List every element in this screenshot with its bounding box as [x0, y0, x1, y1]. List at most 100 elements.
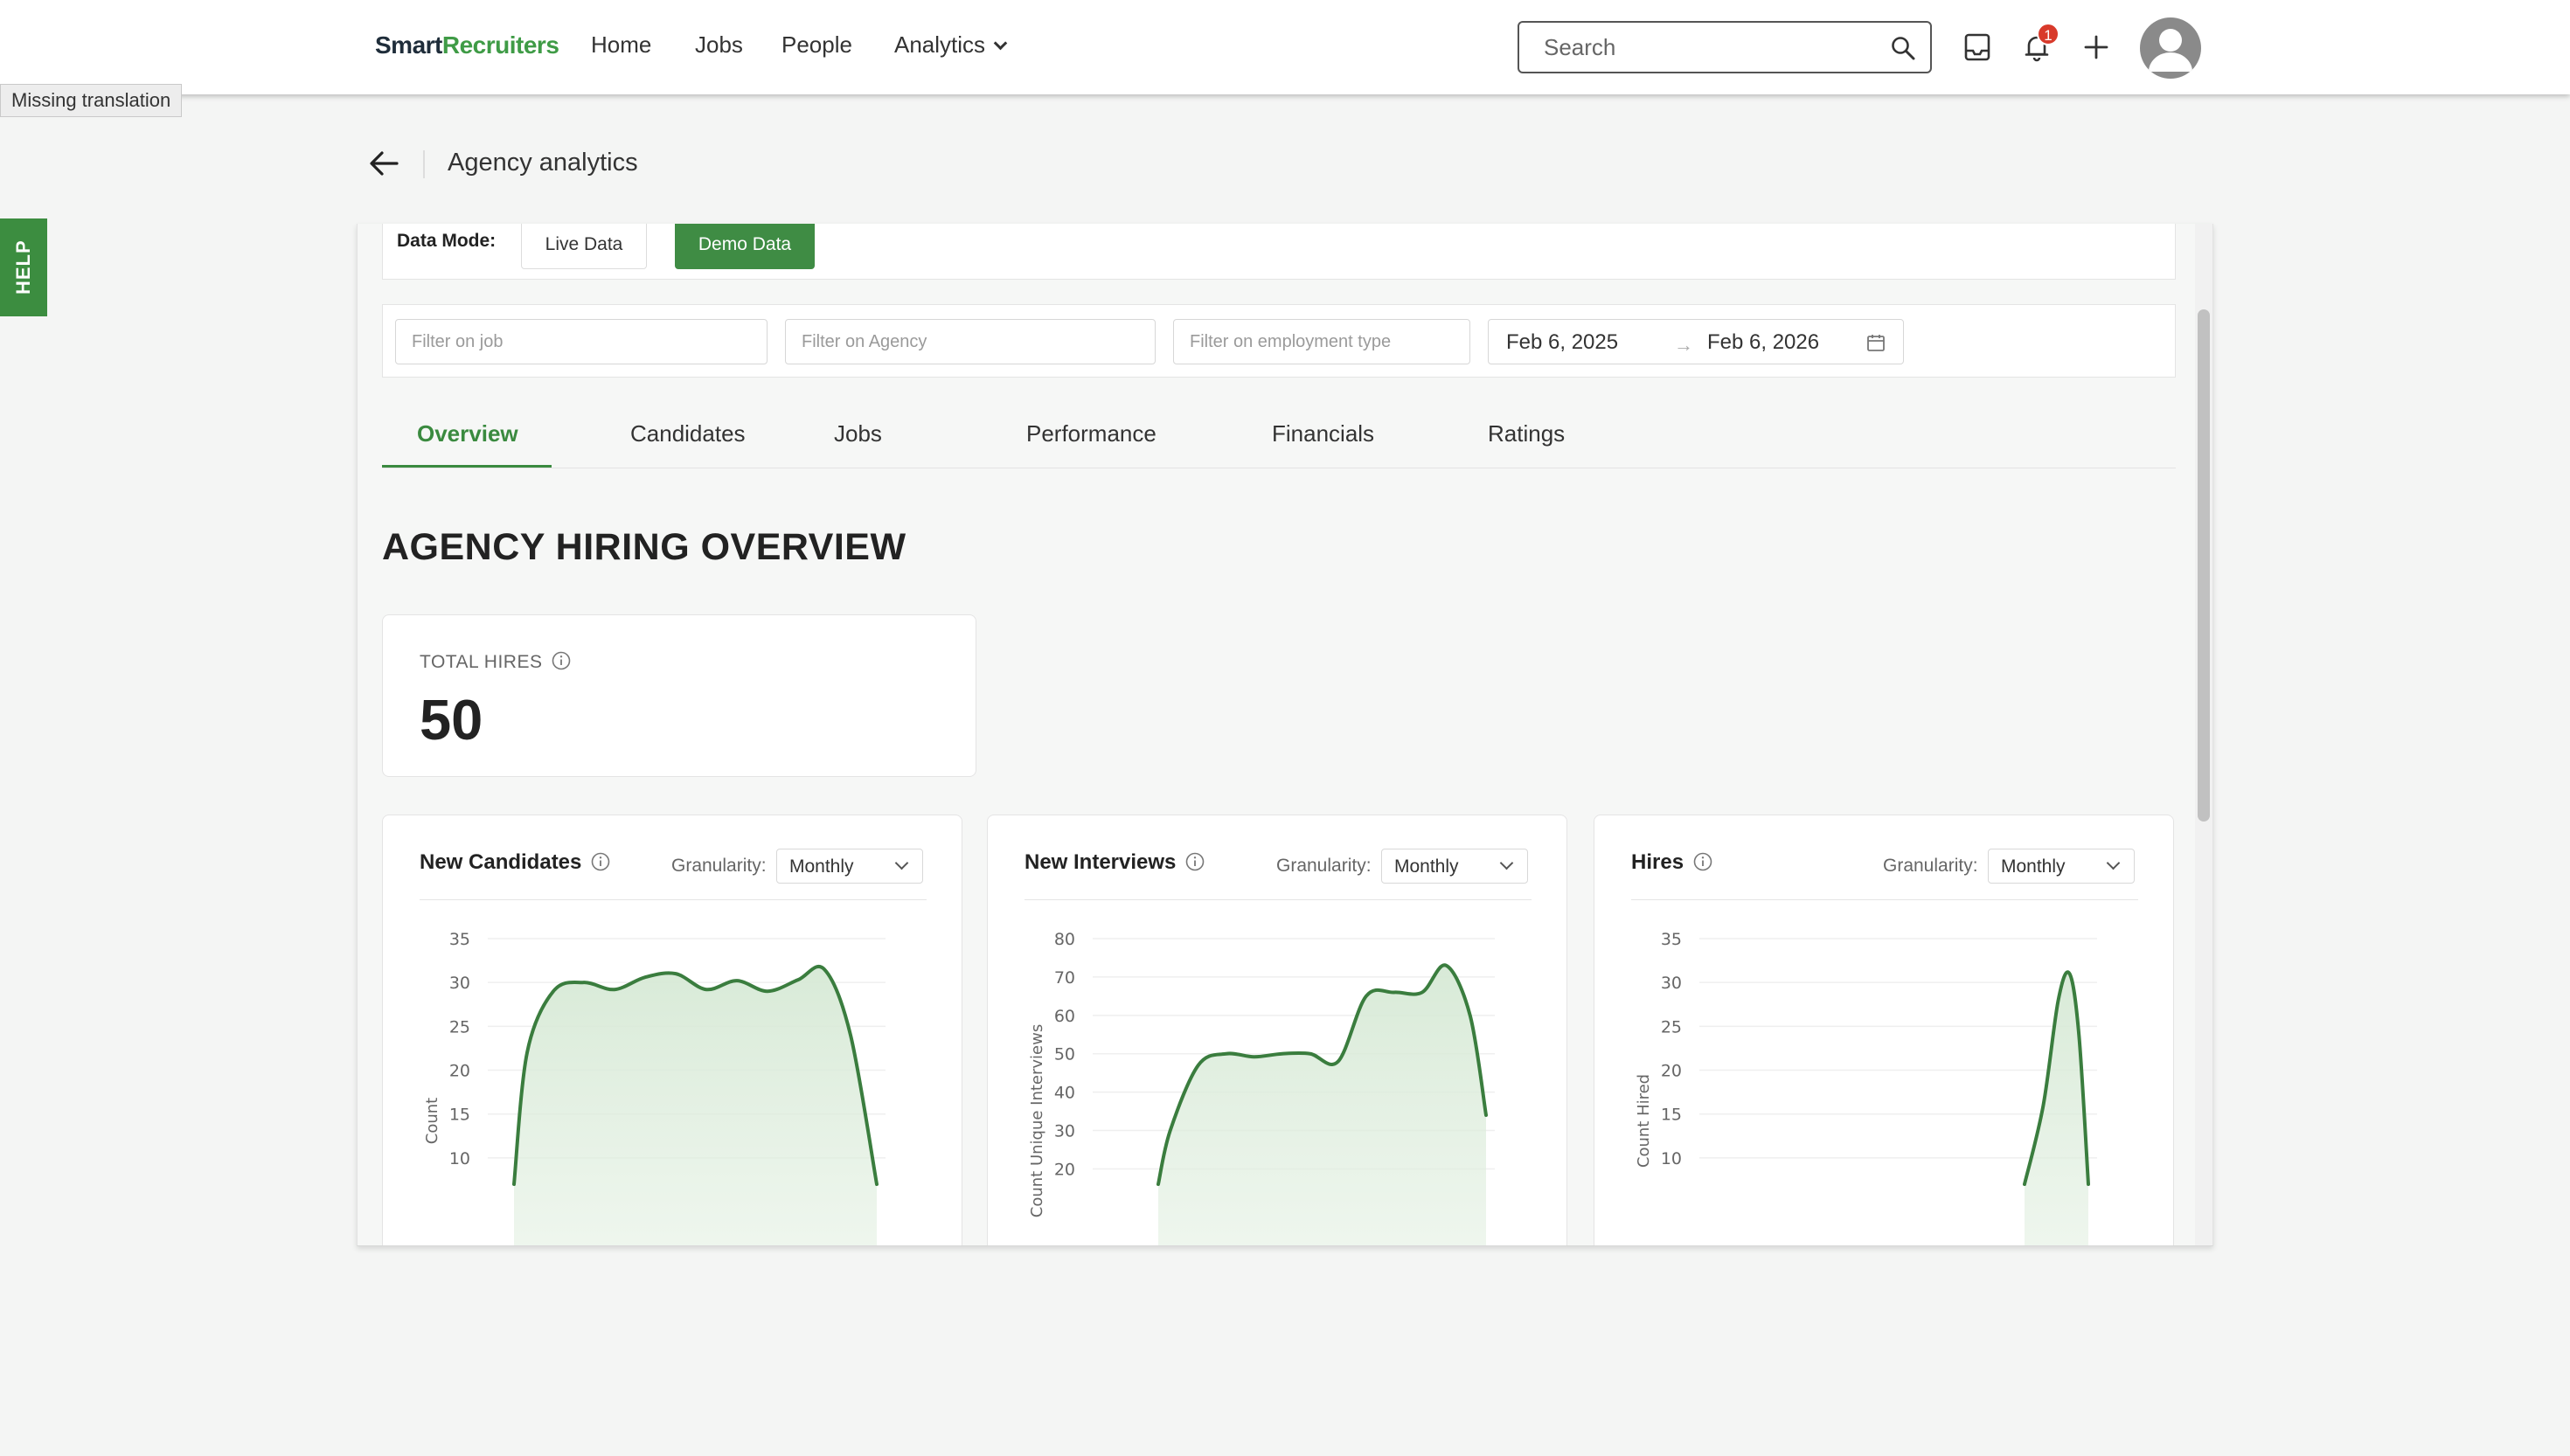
y-tick-label: 30	[449, 974, 470, 993]
y-tick-label: 20	[1661, 1062, 1682, 1081]
granularity-select[interactable]: Monthly	[1381, 849, 1528, 884]
nav-analytics-label: Analytics	[894, 31, 986, 58]
live-data-button[interactable]: Live Data	[521, 224, 647, 269]
analytics-panel: Data Mode: Live Data Demo Data Feb 6, 20…	[357, 224, 2213, 1246]
y-axis-label: Count Unique Interviews	[1028, 1024, 1046, 1217]
date-range-picker[interactable]: Feb 6, 2025 → Feb 6, 2026	[1488, 319, 1904, 364]
nav-home[interactable]: Home	[591, 31, 651, 59]
chart-title: Hires	[1631, 850, 1713, 875]
info-icon[interactable]	[1184, 851, 1205, 872]
hires-chart: 10 15 20 25 30 35 Count Hired	[1635, 930, 2097, 1245]
active-tab-indicator	[382, 465, 552, 468]
tab-overview[interactable]: Overview	[417, 418, 518, 468]
chart-title-text: Hires	[1631, 850, 1684, 874]
y-tick-label: 35	[1661, 930, 1682, 949]
search-icon[interactable]	[1890, 35, 1916, 61]
inbox-icon[interactable]	[1962, 31, 1993, 63]
chevron-down-icon	[1499, 856, 1514, 870]
granularity-label: Granularity:	[671, 856, 767, 876]
chevron-down-icon	[993, 36, 1008, 51]
y-tick-label: 80	[1054, 930, 1075, 949]
top-nav: SmartRecruiters Home Jobs People Analyti…	[0, 0, 2570, 94]
chart-title-text: New Interviews	[1025, 850, 1177, 874]
chevron-down-icon	[2106, 856, 2121, 870]
granularity-value: Monthly	[789, 856, 854, 877]
y-tick-label: 35	[449, 930, 470, 949]
nav-analytics[interactable]: Analytics	[894, 31, 1008, 59]
data-mode-card: Data Mode: Live Data Demo Data	[382, 224, 2176, 280]
y-axis-label: Count Hired	[1635, 1074, 1653, 1168]
job-filter-box	[395, 319, 768, 364]
total-hires-card: TOTAL HIRES 50	[382, 614, 976, 777]
tab-bar: Overview Candidates Jobs Performance Fin…	[382, 418, 2176, 468]
total-hires-value: 50	[420, 688, 483, 752]
employment-type-filter-input[interactable]	[1174, 320, 1469, 364]
page-title: Agency analytics	[448, 149, 638, 177]
tab-financials[interactable]: Financials	[1272, 418, 1374, 468]
y-tick-label: 70	[1054, 968, 1075, 988]
agency-filter-box	[785, 319, 1156, 364]
nav-jobs[interactable]: Jobs	[695, 31, 743, 59]
job-filter-input[interactable]	[396, 320, 767, 364]
granularity-label: Granularity:	[1883, 856, 1978, 876]
granularity-label: Granularity:	[1276, 856, 1372, 876]
y-tick-label: 30	[1661, 974, 1682, 993]
granularity-select[interactable]: Monthly	[776, 849, 923, 884]
help-tab[interactable]: HELP	[0, 218, 47, 316]
plus-icon[interactable]	[2080, 31, 2112, 63]
info-icon[interactable]	[590, 851, 611, 872]
chart-title: New Candidates	[420, 850, 611, 875]
card-divider	[1631, 899, 2138, 900]
data-mode-label: Data Mode:	[397, 231, 497, 251]
user-icon	[2149, 29, 2192, 72]
y-tick-label: 25	[449, 1017, 470, 1037]
tab-jobs[interactable]: Jobs	[834, 418, 882, 468]
new-interviews-card: New Interviews Granularity: Monthly 20 30…	[987, 815, 1567, 1245]
avatar[interactable]	[2140, 17, 2201, 79]
granularity-value: Monthly	[1394, 856, 1459, 877]
chart-title: New Interviews	[1025, 850, 1205, 875]
y-tick-label: 25	[1661, 1017, 1682, 1037]
new-interviews-chart: 20 30 40 50 60 70 80 Count Unique Interviews	[1028, 930, 1495, 1245]
section-title: AGENCY HIRING OVERVIEW	[382, 526, 906, 568]
y-tick-label: 10	[449, 1149, 470, 1168]
y-tick-label: 30	[1054, 1122, 1075, 1141]
agency-filter-input[interactable]	[786, 320, 1155, 364]
tab-performance[interactable]: Performance	[1026, 418, 1156, 468]
granularity-select[interactable]: Monthly	[1988, 849, 2135, 884]
y-tick-label: 15	[449, 1106, 470, 1125]
y-tick-label: 20	[1054, 1160, 1075, 1179]
header-divider	[423, 150, 425, 178]
demo-data-button[interactable]: Demo Data	[675, 224, 815, 269]
date-end[interactable]: Feb 6, 2026	[1707, 330, 1819, 355]
scrollbar[interactable]	[2195, 224, 2212, 1245]
total-hires-label-text: TOTAL HIRES	[420, 652, 543, 672]
tab-ratings[interactable]: Ratings	[1488, 418, 1565, 468]
info-icon[interactable]	[551, 650, 572, 671]
y-axis-label: Count	[423, 1098, 441, 1144]
new-candidates-chart: 10 15 20 25 30 35 Count	[423, 930, 886, 1245]
y-tick-label: 40	[1054, 1084, 1075, 1103]
arrow-right-icon: →	[1674, 334, 1693, 356]
y-tick-label: 10	[1661, 1149, 1682, 1168]
granularity-value: Monthly	[2001, 856, 2066, 877]
area-fill	[514, 966, 877, 1245]
scrollbar-thumb[interactable]	[2198, 309, 2210, 822]
nav-people[interactable]: People	[781, 31, 852, 59]
y-tick-label: 20	[449, 1062, 470, 1081]
card-divider	[420, 899, 927, 900]
calendar-icon[interactable]	[1866, 333, 1886, 352]
smartrecruiters-logo[interactable]: SmartRecruiters	[375, 31, 559, 59]
date-start[interactable]: Feb 6, 2025	[1506, 330, 1618, 355]
employment-type-filter-box	[1173, 319, 1470, 364]
y-tick-label: 15	[1661, 1106, 1682, 1125]
back-arrow-icon[interactable]	[367, 149, 402, 178]
total-hires-label: TOTAL HIRES	[420, 652, 572, 673]
info-icon[interactable]	[1692, 851, 1713, 872]
tab-candidates[interactable]: Candidates	[630, 418, 746, 468]
chevron-down-icon	[894, 856, 909, 870]
search-input[interactable]	[1521, 24, 1871, 70]
notification-badge: 1	[2037, 23, 2059, 45]
area-fill	[1158, 965, 1486, 1245]
chart-title-text: New Candidates	[420, 850, 582, 874]
